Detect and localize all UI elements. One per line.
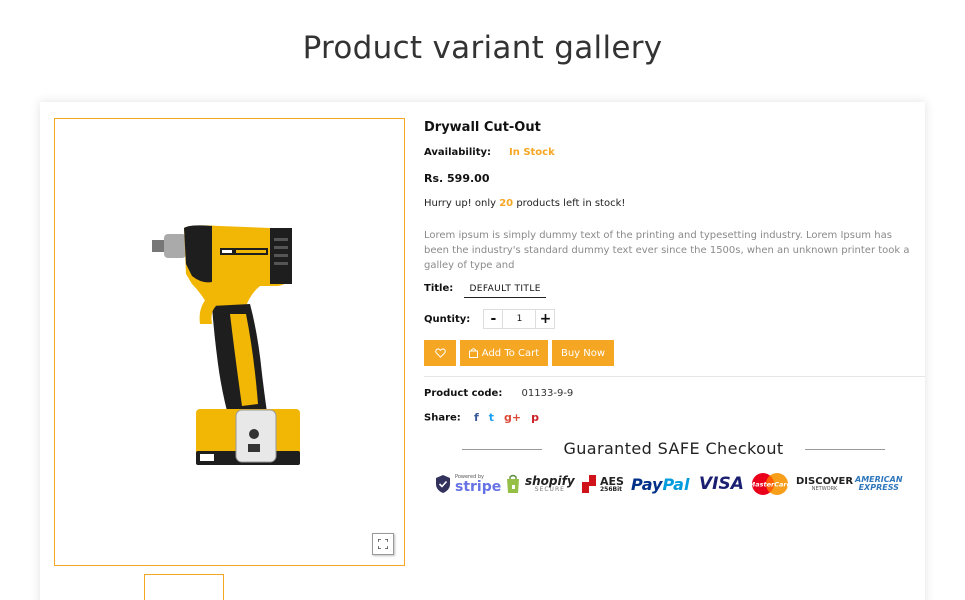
quantity-row: Quntity: - 1 + xyxy=(424,309,556,329)
quantity-stepper: - 1 + xyxy=(483,309,556,329)
main-product-image[interactable] xyxy=(54,118,405,566)
product-title: Drywall Cut-Out xyxy=(424,120,541,135)
thumbnail-strip xyxy=(54,574,405,600)
page-title: Product variant gallery xyxy=(302,30,663,66)
svg-text:MasterCard: MasterCard xyxy=(751,481,789,489)
stock-count: 20 xyxy=(499,198,514,209)
divider xyxy=(424,376,925,377)
availability-label: Availability: xyxy=(424,147,491,158)
quantity-increase-button[interactable]: + xyxy=(535,309,556,329)
quantity-label: Quntity: xyxy=(424,314,471,325)
safe-checkout-heading: Guaranted SAFE Checkout xyxy=(462,439,885,459)
visa-logo: VISA xyxy=(699,474,744,494)
shield-icon xyxy=(436,475,450,493)
impact-driver-image xyxy=(152,225,300,465)
thumbnail-3[interactable] xyxy=(234,574,314,600)
availability-status: In Stock xyxy=(509,147,555,158)
shopify-bag-icon xyxy=(507,474,519,493)
price-row: Rs. 599.00 xyxy=(424,172,489,185)
heart-icon xyxy=(434,348,446,358)
product-description: Lorem ipsum is simply dummy text of the … xyxy=(424,230,910,271)
share-row: Share: f t g+ p xyxy=(424,411,539,424)
product-card: Drywall Cut-Out Availability: In Stock Rs… xyxy=(40,102,925,600)
title-option[interactable]: DEFAULT TITLE xyxy=(464,284,546,298)
wishlist-button[interactable] xyxy=(424,340,456,366)
expand-icon xyxy=(378,539,388,549)
quantity-input[interactable]: 1 xyxy=(503,309,536,329)
product-code-label: Product code: xyxy=(424,388,503,399)
thumbnail-1[interactable] xyxy=(54,574,134,600)
paypal-logo: Pay Pal xyxy=(631,474,690,494)
product-code-row: Product code: 01133-9-9 xyxy=(424,388,573,399)
title-label: Title: xyxy=(424,283,454,294)
product-price: Rs. 599.00 xyxy=(424,172,490,185)
twitter-icon[interactable]: t xyxy=(489,411,494,424)
aes-logo: AES 256Bit xyxy=(581,470,624,498)
zoom-button[interactable] xyxy=(372,533,394,555)
quantity-decrease-button[interactable]: - xyxy=(483,309,504,329)
share-label: Share: xyxy=(424,412,461,424)
mastercard-icon: MasterCard xyxy=(751,473,789,495)
amex-logo: AMERICAN EXPRESS xyxy=(855,475,903,492)
add-to-cart-label: Add To Cart xyxy=(481,347,540,359)
stripe-logo: Powered by stripe xyxy=(435,470,501,498)
product-code-value: 01133-9-9 xyxy=(521,388,574,399)
add-to-cart-button[interactable]: Add To Cart xyxy=(460,340,548,366)
buy-now-label: Buy Now xyxy=(560,347,606,359)
stock-message: Hurry up! only 20 products left in stock… xyxy=(424,198,626,209)
buy-now-button[interactable]: Buy Now xyxy=(552,340,614,366)
thumbnail-4[interactable] xyxy=(324,574,404,600)
cart-icon xyxy=(468,348,478,358)
thumbnail-2[interactable] xyxy=(144,574,224,600)
shopify-logo: shopify SECURE xyxy=(505,470,575,498)
payment-logos: Powered by stripe shopify SECURE AES 256… xyxy=(435,470,915,498)
facebook-icon[interactable]: f xyxy=(474,411,479,424)
pinterest-icon[interactable]: p xyxy=(531,411,539,424)
googleplus-icon[interactable]: g+ xyxy=(504,411,521,424)
divider-line-right xyxy=(805,449,885,450)
availability-row: Availability: In Stock xyxy=(424,147,555,158)
title-option-row: Title: DEFAULT TITLE xyxy=(424,283,546,298)
aes-lock-icon xyxy=(582,475,596,493)
discover-logo: DISCOVER NETWORK xyxy=(796,475,854,492)
mastercard-logo: MasterCard xyxy=(751,470,789,498)
